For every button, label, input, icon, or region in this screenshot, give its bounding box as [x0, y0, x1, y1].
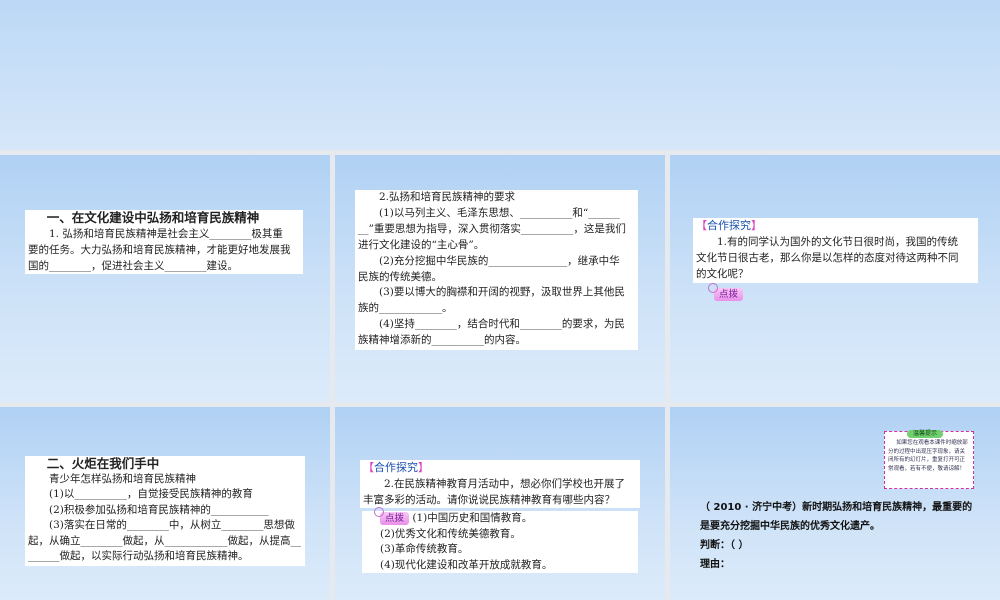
slide-thumbnail-1[interactable] [0, 155, 330, 402]
text-line: (1)以__________，自觉接受民族精神的教育 [49, 488, 253, 500]
answer-line: (1)中国历史和国情教育。 [412, 512, 533, 524]
text-line: 的文化呢？ [696, 268, 749, 280]
reason-line: 理由： [700, 559, 730, 570]
text-line: __”重要思想为指导，深入贯彻落实__________，这是我们 [358, 222, 626, 235]
hint-button[interactable]: 点拨 [373, 507, 410, 525]
reminder-title: 温馨提示 [907, 430, 944, 438]
text-line: 族精神增添新的__________的内容。 [358, 334, 526, 347]
judgment-line: 判断：（ ） [700, 540, 749, 551]
text-line: 民族的传统美德。 [358, 270, 442, 283]
cooperative-inquiry-tag: 【合作探究】 [363, 461, 429, 474]
text-line: (1)以马列主义、毛泽东思想、__________和“______ [379, 206, 620, 219]
text-line: (3)落实在日常的________中，从树立________思想做 [49, 519, 295, 531]
text-line: 1. 弘扬和培育民族精神是社会主义________极其重 [49, 228, 283, 240]
text-line: 丰富多彩的活动。请你说说民族精神教育有哪些内容？ [363, 494, 615, 506]
text-line: 2.弘扬和培育民族精神的要求 [379, 191, 516, 203]
text-line: （ 2010 · 济宁中考）新时期弘扬和培育民族精神，最重要的 [700, 502, 973, 513]
slide1-text: 一、在文化建设中弘扬和培育民族精神 1. 弘扬和培育民族精神是社会主义_____… [25, 210, 303, 274]
reminder-text: 如果您在观看本课件时缩放部分的过程中出现压字现象，请关闭所有的幻灯片，重复打开可… [888, 440, 968, 472]
text-line: (2)积极参加弘扬和培育民族精神的___________ [49, 503, 269, 516]
text-line: (2)充分挖掘中华民族的_______________，继承中华 [379, 254, 620, 267]
text-line: (4)坚持________，结合时代和________的要求，为民 [379, 318, 625, 331]
reminder-note: 温馨提示 如果您在观看本课件时缩放部分的过程中出现压字现象，请关闭所有的幻灯片，… [884, 430, 974, 489]
text-line: 文化节日很古老，那么你是以怎样的态度对待这两种不同 [696, 252, 959, 264]
text-line: 青少年怎样弘扬和培育民族精神 [49, 472, 196, 485]
text-line: 起，从确立________做起，从____________做起，从提高__ [28, 534, 301, 547]
text-line: 是要充分挖掘中华民族的优秀文化遗产。 [700, 521, 880, 532]
slide4-text: 二、火炬在我们手中 青少年怎样弘扬和培育民族精神 (1)以__________，… [25, 456, 305, 566]
section-heading: 二、火炬在我们手中 [46, 456, 160, 471]
slide5-answers: 点拨 (1)中国历史和国情教育。 (2)优秀文化和传统美德教育。 (3)革命传统… [362, 507, 638, 573]
hint-button[interactable]: 点拨 [707, 283, 744, 301]
text-line: 进行文化建设的“主心骨”。 [358, 238, 485, 251]
answer-line: (2)优秀文化和传统美德教育。 [380, 527, 521, 540]
top-slide-strip [0, 0, 1000, 150]
text-line: ______做起，以实际行动弘扬和培育民族精神。 [28, 550, 249, 562]
text-line: (3)要以博大的胸襟和开阔的视野，汲取世界上其他民 [379, 286, 625, 299]
slide2-text: 2.弘扬和培育民族精神的要求 (1)以马列主义、毛泽东思想、__________… [355, 190, 638, 350]
section-heading: 一、在文化建设中弘扬和培育民族精神 [46, 210, 260, 225]
text-line: 国的________，促进社会主义________建设。 [28, 260, 238, 272]
slide3-text: 【合作探究】 1.有的同学认为国外的文化节日很时尚，我国的传统 文化节日很古老，… [693, 218, 978, 283]
text-line: 2.在民族精神教育月活动中，想必你们学校也开展了 [384, 478, 626, 490]
slide5-question: 【合作探究】 2.在民族精神教育月活动中，想必你们学校也开展了 丰富多彩的活动。… [360, 460, 640, 508]
answer-line: (4)现代化建设和改革开放成就教育。 [380, 558, 553, 571]
answer-line: (3)革命传统教育。 [380, 543, 469, 555]
text-line: 1.有的同学认为国外的文化节日很时尚，我国的传统 [717, 236, 959, 248]
text-line: 族的____________。 [358, 302, 453, 315]
slide6-question: （ 2010 · 济宁中考）新时期弘扬和培育民族精神，最重要的 是要充分挖掘中华… [700, 498, 990, 574]
text-line: 要的任务。大力弘扬和培育民族精神，才能更好地发展我 [28, 244, 291, 256]
cooperative-inquiry-tag: 【合作探究】 [696, 219, 762, 232]
